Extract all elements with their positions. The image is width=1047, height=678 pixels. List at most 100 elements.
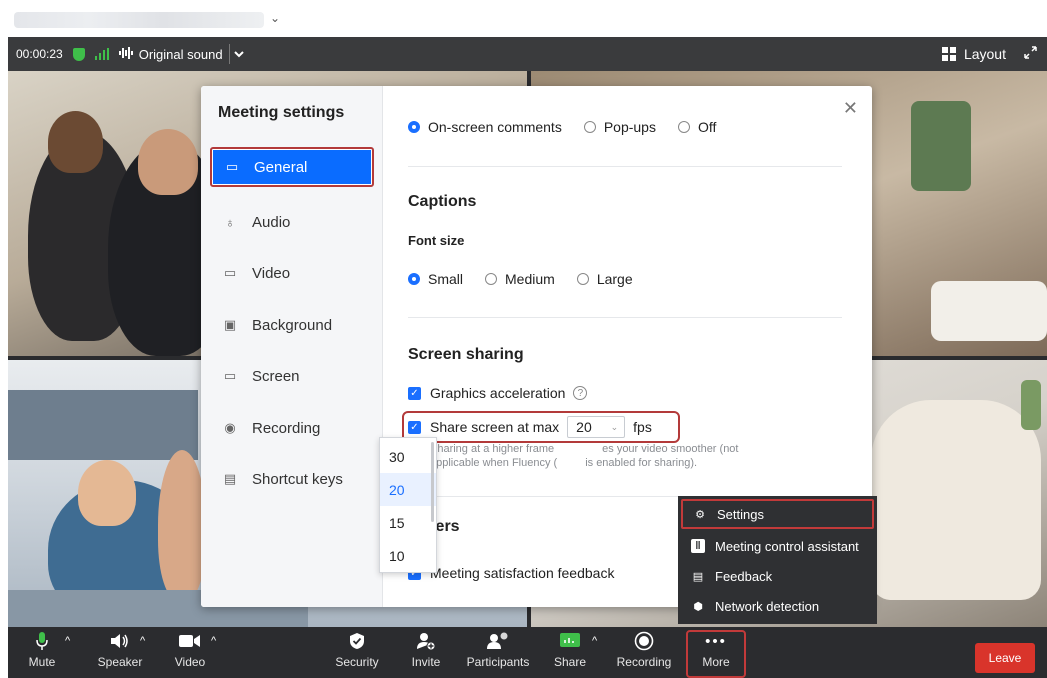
checkbox-label[interactable]: Share screen at max bbox=[430, 419, 559, 435]
radio-off[interactable] bbox=[677, 121, 690, 133]
layout-label: Layout bbox=[963, 46, 1006, 62]
checkbox-label[interactable]: Meeting satisfaction feedback bbox=[430, 565, 614, 581]
meeting-toolbar: Mute ^ Speaker ^ Video ^ Security Invite… bbox=[8, 627, 1047, 678]
security-button[interactable]: Security bbox=[332, 627, 382, 678]
invite-button[interactable]: Invite bbox=[406, 627, 446, 678]
menu-item-feedback[interactable]: ▤ Feedback bbox=[681, 561, 874, 591]
network-signal-icon[interactable] bbox=[94, 48, 109, 60]
sidebar-item-background[interactable]: ▣ Background bbox=[210, 305, 374, 345]
feedback-icon: ▤ bbox=[692, 570, 704, 583]
radio-label[interactable]: Pop-ups bbox=[604, 119, 656, 135]
comments-radio-group: On-screen comments Pop-ups Off bbox=[408, 119, 738, 135]
sidebar-item-screen[interactable]: ▭ Screen bbox=[210, 356, 374, 396]
participants-button[interactable]: Participants bbox=[460, 627, 536, 678]
hint-text: applicable when Fluency ( bbox=[430, 457, 558, 469]
menu-item-meeting-control-assistant[interactable]: ‖ Meeting control assistant bbox=[681, 531, 874, 561]
layout-button[interactable]: Layout bbox=[941, 46, 1006, 62]
chevron-up-icon[interactable]: ^ bbox=[140, 635, 145, 647]
camera-icon: ▭ bbox=[223, 265, 237, 280]
chevron-down-icon bbox=[234, 50, 244, 57]
blurred-title bbox=[14, 12, 264, 28]
original-sound-dropdown[interactable] bbox=[228, 44, 249, 64]
sound-wave-icon bbox=[118, 46, 133, 62]
share-screen-max-option: ✓ Share screen at max 20 ⌄ fps bbox=[408, 416, 652, 438]
chevron-up-icon[interactable]: ^ bbox=[592, 635, 597, 647]
radio-label[interactable]: Small bbox=[428, 271, 463, 287]
menu-item-label: Network detection bbox=[715, 598, 820, 614]
divider bbox=[408, 166, 842, 167]
leave-button[interactable]: Leave bbox=[975, 643, 1035, 673]
radio-label[interactable]: On-screen comments bbox=[428, 119, 562, 135]
hint-text: es your video smoother (not bbox=[602, 443, 739, 455]
portrait-icon: ▣ bbox=[223, 317, 237, 332]
menu-item-label: Feedback bbox=[715, 568, 773, 584]
microphone-icon bbox=[35, 627, 49, 655]
fps-option-selected[interactable]: 20 bbox=[380, 473, 436, 506]
fps-option[interactable]: 10 bbox=[380, 539, 436, 572]
font-size-radio-group: Small Medium Large bbox=[408, 271, 655, 287]
keyboard-icon: ▤ bbox=[223, 471, 237, 486]
original-sound-toggle[interactable]: Original sound bbox=[118, 46, 223, 62]
security-label: Security bbox=[335, 655, 379, 669]
record-icon bbox=[634, 627, 654, 655]
chevron-down-icon[interactable]: ⌄ bbox=[270, 11, 280, 25]
fps-select[interactable]: 20 ⌄ bbox=[567, 416, 626, 438]
font-size-label: Font size bbox=[408, 233, 465, 248]
chevron-up-icon[interactable]: ^ bbox=[65, 635, 70, 647]
scrollbar[interactable] bbox=[431, 442, 434, 522]
fps-option[interactable]: 30 bbox=[380, 440, 436, 473]
menu-item-label: Settings bbox=[717, 506, 764, 522]
window-image bbox=[8, 390, 198, 460]
invite-label: Invite bbox=[411, 655, 441, 669]
menu-item-settings[interactable]: ⚙ Settings bbox=[681, 499, 874, 529]
fullscreen-icon[interactable] bbox=[1024, 46, 1037, 62]
sidebar-item-video[interactable]: ▭ Video bbox=[210, 253, 374, 293]
sidebar-item-general[interactable]: ▭ General bbox=[210, 147, 374, 187]
encryption-shield-icon[interactable] bbox=[72, 47, 85, 61]
sidebar-item-label: Audio bbox=[252, 213, 291, 231]
radio-label[interactable]: Medium bbox=[505, 271, 555, 287]
sidebar-item-audio[interactable]: ♁ Audio bbox=[210, 202, 374, 242]
radio-medium[interactable] bbox=[485, 273, 498, 285]
recording-button[interactable]: Recording bbox=[612, 627, 676, 678]
radio-label[interactable]: Large bbox=[597, 271, 633, 287]
sidebar-item-label: Shortcut keys bbox=[252, 470, 343, 488]
plant-image bbox=[1021, 380, 1041, 430]
sidebar-item-label: General bbox=[254, 158, 308, 176]
graphics-acceleration-checkbox[interactable]: ✓ bbox=[408, 386, 421, 400]
video-button[interactable]: Video bbox=[168, 627, 212, 678]
network-icon: ⬢ bbox=[693, 600, 703, 613]
share-label: Share bbox=[553, 655, 587, 669]
sidebar-item-label: Background bbox=[252, 316, 333, 334]
divider bbox=[408, 317, 842, 318]
recording-label: Recording bbox=[616, 655, 672, 669]
sidebar-item-recording[interactable]: ◉ Recording bbox=[210, 408, 374, 448]
speaker-label: Speaker bbox=[97, 655, 143, 669]
help-icon[interactable]: ? bbox=[573, 386, 588, 400]
fps-option[interactable]: 15 bbox=[380, 506, 436, 539]
radio-label[interactable]: Off bbox=[698, 119, 716, 135]
chevron-up-icon[interactable]: ^ bbox=[211, 635, 216, 647]
fps-unit-label: fps bbox=[633, 419, 652, 435]
sidebar-item-shortcut-keys[interactable]: ▤ Shortcut keys bbox=[210, 459, 374, 499]
radio-small[interactable] bbox=[408, 273, 420, 285]
radio-pop-ups[interactable] bbox=[583, 121, 596, 133]
grid-layout-icon bbox=[941, 47, 956, 61]
speaker-icon bbox=[110, 627, 130, 655]
share-screen-icon bbox=[560, 627, 580, 655]
share-button[interactable]: Share bbox=[552, 627, 588, 678]
radio-on-screen-comments[interactable] bbox=[408, 121, 420, 133]
checkbox-label[interactable]: Graphics acceleration bbox=[430, 385, 565, 401]
mute-button[interactable]: Mute bbox=[22, 627, 62, 678]
microphone-icon: ♁ bbox=[225, 214, 235, 230]
radio-large[interactable] bbox=[576, 273, 589, 285]
sidebar-item-label: Screen bbox=[252, 367, 300, 385]
camera-icon bbox=[179, 627, 201, 655]
more-menu: ⚙ Settings ‖ Meeting control assistant ▤… bbox=[678, 496, 877, 624]
meeting-satisfaction-option: ✓ Meeting satisfaction feedback bbox=[408, 565, 614, 581]
menu-item-network-detection[interactable]: ⬢ Network detection bbox=[681, 591, 874, 621]
fps-select-value: 20 bbox=[576, 419, 592, 435]
participants-label: Participants bbox=[466, 655, 530, 669]
share-screen-max-checkbox[interactable]: ✓ bbox=[408, 420, 421, 434]
add-user-icon bbox=[416, 627, 436, 655]
